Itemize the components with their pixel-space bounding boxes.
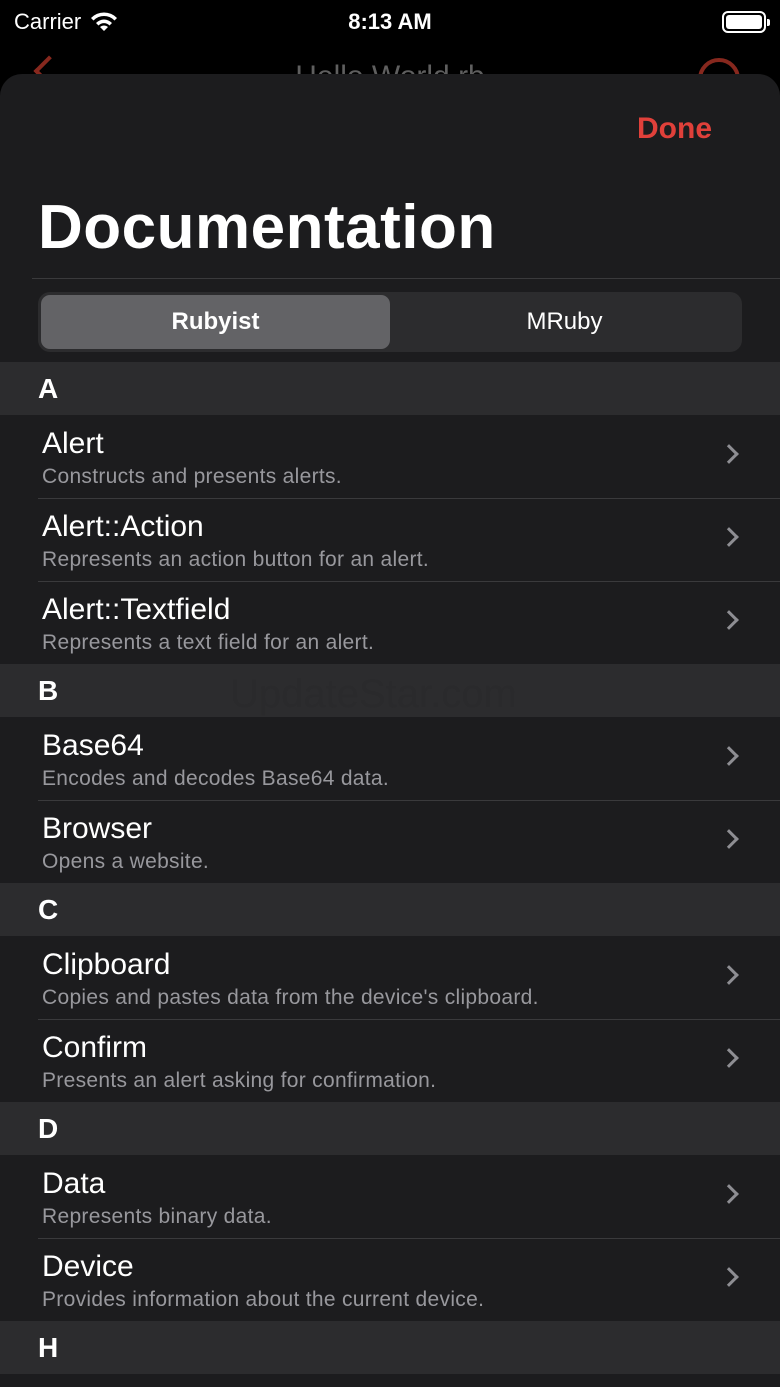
chevron-right-icon: [719, 1267, 739, 1287]
list-item-subtitle: Provides information about the current d…: [42, 1288, 485, 1311]
list-item-title: Browser: [42, 812, 153, 845]
list-item-base64[interactable]: Base64 Encodes and decodes Base64 data.: [0, 717, 780, 800]
documentation-list: A Alert Constructs and presents alerts. …: [0, 362, 780, 1374]
wifi-icon: [91, 12, 118, 31]
chevron-right-icon: [719, 829, 739, 849]
list-item-subtitle: Constructs and presents alerts.: [42, 465, 342, 488]
chevron-right-icon: [719, 965, 739, 985]
documentation-sheet: Done Documentation Rubyist MRuby A Alert…: [0, 74, 780, 1387]
list-item-title: Clipboard: [42, 948, 171, 981]
list-item-subtitle: Copies and pastes data from the device's…: [42, 986, 539, 1009]
chevron-right-icon: [719, 444, 739, 464]
list-item-title: Base64: [42, 729, 144, 762]
segment-rubyist[interactable]: Rubyist: [41, 295, 390, 349]
chevron-right-icon: [719, 1048, 739, 1068]
section-header-b: B: [0, 664, 780, 717]
list-item-subtitle: Represents a text field for an alert.: [42, 631, 375, 654]
status-bar: Carrier 8:13 AM: [0, 0, 780, 44]
section-header-c: C: [0, 883, 780, 936]
list-item-title: Device: [42, 1250, 134, 1283]
list-item-subtitle: Encodes and decodes Base64 data.: [42, 767, 390, 790]
list-item-subtitle: Opens a website.: [42, 850, 210, 873]
list-item-alert-textfield[interactable]: Alert::Textfield Represents a text field…: [0, 581, 780, 664]
chevron-right-icon: [719, 746, 739, 766]
segment-mruby[interactable]: MRuby: [390, 295, 739, 349]
list-item-browser[interactable]: Browser Opens a website.: [0, 800, 780, 883]
section-header-h: H: [0, 1321, 780, 1374]
status-left: Carrier: [14, 9, 119, 35]
list-item-title: Data: [42, 1167, 106, 1200]
list-item-subtitle: Represents binary data.: [42, 1205, 272, 1228]
chevron-right-icon: [719, 527, 739, 547]
list-item-confirm[interactable]: Confirm Presents an alert asking for con…: [0, 1019, 780, 1102]
list-item-title: Confirm: [42, 1031, 148, 1064]
screen: Carrier 8:13 AM Hello World.rb Done Docu…: [0, 0, 780, 1387]
done-button[interactable]: Done: [637, 112, 712, 146]
list-item-alert[interactable]: Alert Constructs and presents alerts.: [0, 415, 780, 498]
list-item-title: Alert: [42, 427, 104, 460]
segmented-control: Rubyist MRuby: [38, 292, 742, 352]
list-item-data[interactable]: Data Represents binary data.: [0, 1155, 780, 1238]
list-item-device[interactable]: Device Provides information about the cu…: [0, 1238, 780, 1321]
chevron-right-icon: [719, 1184, 739, 1204]
section-header-d: D: [0, 1102, 780, 1155]
page-title: Documentation: [38, 193, 496, 262]
title-divider: [32, 278, 780, 279]
battery-icon: [722, 11, 770, 33]
list-item-title: Alert::Action: [42, 510, 204, 543]
list-item-subtitle: Presents an alert asking for confirmatio…: [42, 1069, 437, 1092]
list-item-alert-action[interactable]: Alert::Action Represents an action butto…: [0, 498, 780, 581]
list-item-subtitle: Represents an action button for an alert…: [42, 548, 430, 571]
list-item-clipboard[interactable]: Clipboard Copies and pastes data from th…: [0, 936, 780, 1019]
chevron-right-icon: [719, 610, 739, 630]
section-header-a: A: [0, 362, 780, 415]
list-item-title: Alert::Textfield: [42, 593, 231, 626]
carrier-label: Carrier: [14, 9, 82, 34]
